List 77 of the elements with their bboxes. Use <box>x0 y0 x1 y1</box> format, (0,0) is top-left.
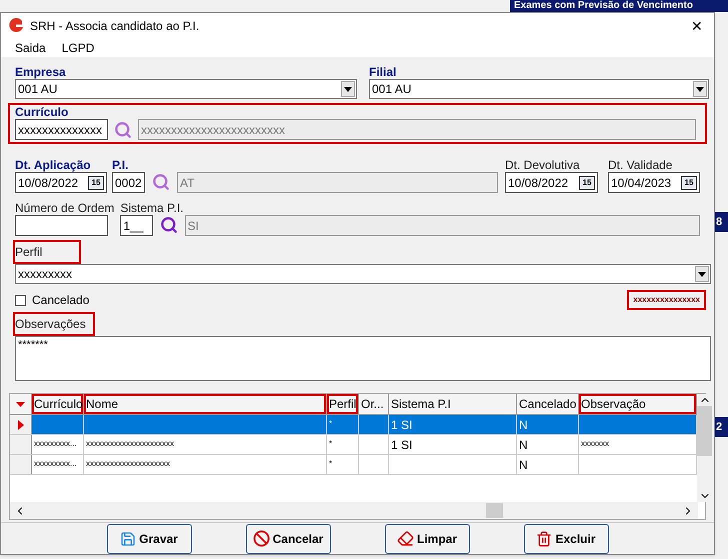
row-indicator[interactable] <box>10 415 32 434</box>
calendar-icon[interactable]: 15 <box>579 176 595 190</box>
date-field[interactable]: 10/04/2023 15 <box>608 172 700 193</box>
column-header[interactable]: Observação <box>579 394 697 414</box>
description-field[interactable]: xxxxxxxxxxxxxxxxxxxxxxxx <box>138 119 696 140</box>
column-header[interactable]: Cancelado <box>517 394 579 414</box>
field-label: Número de Ordem <box>15 201 114 215</box>
field-label: Currículo <box>15 105 70 119</box>
field-label: Dt. Validade <box>608 158 674 172</box>
window-title: SRH - Associa candidato ao P.I. <box>30 18 200 35</box>
curriculum-field[interactable]: xxxxxxxxxxxxxx <box>15 119 108 140</box>
field-label: Dt. Devolutiva <box>505 158 581 172</box>
pi-field[interactable]: 0002 <box>112 172 145 193</box>
table-cell: N <box>517 415 579 434</box>
table-cell: N <box>517 435 579 454</box>
row-indicator[interactable] <box>10 455 32 474</box>
cancel-icon <box>252 530 270 547</box>
table-cell: * <box>327 415 359 434</box>
field-label: Filial <box>369 65 398 79</box>
vertical-scrollbar[interactable] <box>697 394 712 502</box>
delete-button[interactable]: Excluir <box>524 524 608 554</box>
dropdown-field[interactable]: xxxxxxxxx <box>15 264 711 284</box>
search-icon[interactable] <box>160 216 178 234</box>
dropdown-field[interactable]: 001 AU <box>369 79 709 99</box>
observations-field[interactable]: ******* <box>15 336 711 381</box>
calendar-icon[interactable]: 15 <box>681 176 697 190</box>
status-text: xxxxxxxxxxxxxxx <box>627 290 706 310</box>
column-header[interactable]: Perfil <box>327 394 359 414</box>
table-row[interactable]: xxxxxxxxx... xxxxxxxxxxxxxxxxxxxxxx * 1 SI N xxxxxxx <box>10 435 697 455</box>
row-indicator[interactable] <box>10 435 32 454</box>
horizontal-scrollbar[interactable] <box>10 502 698 519</box>
checkbox-label: Cancelado <box>32 292 90 309</box>
scrollbar-thumb[interactable] <box>697 406 712 456</box>
menu-item[interactable]: Saida <box>15 39 46 57</box>
checkbox[interactable] <box>15 294 26 306</box>
search-icon[interactable] <box>114 120 132 138</box>
scrollbar-thumb[interactable] <box>486 503 503 518</box>
column-header[interactable]: Or... <box>359 394 389 414</box>
eraser-icon <box>396 530 414 547</box>
save-button[interactable]: Gravar <box>106 524 192 554</box>
field-label: P.I. <box>112 158 130 172</box>
table-cell: xxxxxxxxxxxxxxxxxxxxxx <box>84 435 327 454</box>
description-field[interactable]: AT <box>177 172 498 193</box>
side-value: 2 <box>715 417 728 437</box>
table-cell: xxxxxxxxx... <box>32 435 84 454</box>
field-label: Perfil <box>15 245 42 259</box>
cancel-button[interactable]: Cancelar <box>246 524 330 554</box>
table-cell: * <box>327 435 359 454</box>
field-label: Sistema P.I. <box>120 201 184 215</box>
clear-button[interactable]: Limpar <box>384 524 470 554</box>
table-cell: 1 SI <box>389 415 517 434</box>
order-number-field[interactable] <box>15 215 108 236</box>
column-header[interactable]: Nome <box>84 394 327 414</box>
menu-item[interactable]: LGPD <box>62 39 94 57</box>
pi-system-field[interactable]: 1__ <box>120 215 154 236</box>
close-button[interactable]: ✕ <box>687 16 707 36</box>
side-value: 8 <box>715 212 728 232</box>
dropdown-field[interactable]: 001 AU <box>15 79 357 99</box>
app-logo-icon <box>8 18 24 34</box>
table-cell: xxxxxxxxx... <box>32 455 84 474</box>
field-label: Empresa <box>15 65 67 79</box>
date-field[interactable]: 10/08/2022 15 <box>505 172 598 193</box>
calendar-icon[interactable]: 15 <box>88 176 104 190</box>
background-window-title: Exames com Previsão de Vencimento <box>510 0 728 12</box>
field-label: Observações <box>15 317 86 331</box>
table-cell: xxxxxxxxxxxxxxxxxxxxx <box>84 455 327 474</box>
field-label: Dt. Aplicação <box>15 158 92 172</box>
table-cell: * <box>327 455 359 474</box>
date-field[interactable]: 10/08/2022 15 <box>15 172 107 193</box>
table-cell: 1 SI <box>389 435 517 454</box>
column-header[interactable]: Sistema P.I <box>389 394 517 414</box>
search-icon[interactable] <box>152 173 170 191</box>
table-row[interactable]: * 1 SI N <box>10 415 697 435</box>
description-field[interactable]: SI <box>184 215 700 236</box>
table-cell: N <box>517 455 579 474</box>
trash-icon <box>536 530 552 546</box>
table-row[interactable]: xxxxxxxxx... xxxxxxxxxxxxxxxxxxxxx * N <box>10 455 697 475</box>
